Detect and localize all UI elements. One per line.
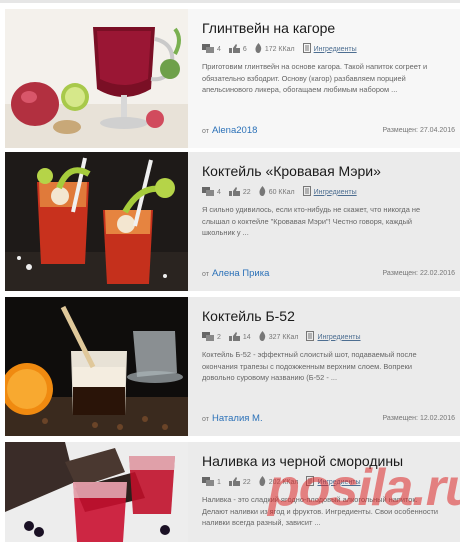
recipe-photo[interactable] (5, 442, 188, 542)
flame-icon (259, 186, 266, 198)
ingredients-link[interactable]: Ингредиенты (314, 189, 357, 196)
comments-count: 2 (217, 333, 221, 341)
likes-icon (228, 186, 240, 198)
recipe-photo[interactable] (5, 152, 188, 291)
recipe-description: Коктейль Б-52 - эффектный слоистый шот, … (202, 350, 417, 382)
likes-count: 22 (242, 478, 251, 486)
date-value: 22.02.2016 (419, 270, 455, 277)
list-icon (306, 331, 315, 343)
recipe-meta: 4 6 172 ККал Ингредиенты (202, 43, 357, 55)
likes-count: 14 (242, 333, 251, 341)
flame-icon (255, 43, 262, 55)
comments-count: 4 (217, 188, 221, 196)
comments-count: 1 (217, 478, 221, 486)
top-divider (0, 0, 460, 3)
post-date: Размещен: 22.02.2016 (382, 270, 455, 277)
author-line: от Наталия М. (202, 413, 263, 424)
likes-count: 6 (242, 45, 247, 53)
recipe-photo[interactable] (5, 297, 188, 436)
post-date: Размещен: 27.04.2016 (382, 127, 455, 134)
posted-label: Размещен: (382, 415, 418, 422)
recipe-description: Приготовим глинтвейн на основе кагора. Т… (202, 62, 428, 94)
recipe-title[interactable]: Коктейль «Кровавая Мэри» (202, 163, 381, 179)
list-icon (302, 43, 311, 55)
likes-icon (228, 43, 240, 55)
comments-icon (202, 43, 214, 55)
recipe-meta: 2 14 327 ККал Ингредиенты (202, 331, 361, 343)
comments-count: 4 (217, 45, 221, 53)
recipe-photo[interactable] (5, 9, 188, 148)
recipe-description: Я сильно удивилось, если кто-нибудь не с… (202, 205, 421, 237)
date-value: 27.04.2016 (419, 127, 455, 134)
flame-icon (259, 331, 266, 343)
author-line: от Алена Прика (202, 268, 269, 279)
recipe-meta: 4 22 60 ККал Ингредиенты (202, 186, 357, 198)
author-prefix: от (202, 271, 209, 278)
calories: 172 ККал (264, 45, 295, 53)
author-prefix: от (202, 416, 209, 423)
author-line: от Alena2018 (202, 125, 257, 136)
date-value: 12.02.2016 (419, 415, 455, 422)
posted-label: Размещен: (382, 127, 418, 134)
watermark: posila.ru (268, 459, 460, 517)
recipe-title[interactable]: Глинтвейн на кагоре (202, 20, 335, 36)
recipe-card[interactable]: Глинтвейн на кагоре 4 6 172 ККал Ингреди… (5, 9, 460, 148)
list-icon (302, 186, 311, 198)
recipe-title[interactable]: Коктейль Б-52 (202, 308, 295, 324)
author-link[interactable]: Наталия М. (212, 413, 263, 424)
author-link[interactable]: Алена Прика (212, 268, 269, 279)
ingredients-link[interactable]: Ингредиенты (317, 334, 360, 341)
likes-icon (228, 476, 240, 488)
comments-icon (202, 331, 214, 343)
comments-icon (202, 186, 214, 198)
posted-label: Размещен: (382, 270, 418, 277)
author-link[interactable]: Alena2018 (212, 125, 257, 136)
post-date: Размещен: 12.02.2016 (382, 415, 455, 422)
ingredients-link[interactable]: Ингредиенты (314, 46, 357, 53)
calories: 327 ККал (268, 333, 299, 341)
flame-icon (259, 476, 266, 488)
likes-count: 22 (242, 188, 251, 196)
recipe-card[interactable]: Коктейль «Кровавая Мэри» 4 22 60 ККал Ин… (5, 152, 460, 291)
comments-icon (202, 476, 214, 488)
recipe-card[interactable]: Коктейль Б-52 2 14 327 ККал Ингредиенты … (5, 297, 460, 436)
likes-icon (228, 331, 240, 343)
author-prefix: от (202, 128, 209, 135)
calories: 60 ККал (268, 188, 295, 196)
